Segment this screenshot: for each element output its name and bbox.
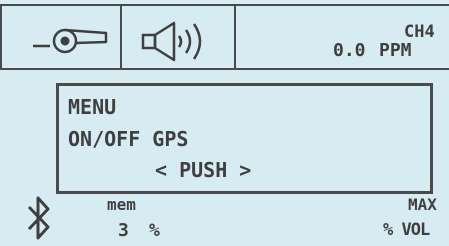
gas-value: 0.0 xyxy=(333,40,366,61)
max-label: MAX xyxy=(408,195,437,214)
gas-name: CH4 xyxy=(404,22,435,42)
fan-icon xyxy=(33,28,108,54)
menu-title: MENU xyxy=(68,95,117,119)
gas-detector-display: CH4 0.0 PPM MENU ON/OFF GPS < PUSH > mem… xyxy=(0,0,449,246)
gas-unit: PPM xyxy=(379,40,412,61)
mem-unit: % xyxy=(149,220,160,241)
mem-label: mem xyxy=(107,195,136,214)
bluetooth-icon xyxy=(27,196,50,240)
status-bar-divider-2 xyxy=(234,4,236,70)
max-unit: % VOL xyxy=(383,220,430,240)
mem-value: 3 xyxy=(118,220,129,241)
menu-item-gps[interactable]: ON/OFF GPS xyxy=(68,129,188,149)
status-bar-bottom-border xyxy=(0,68,449,70)
fan-status-cell[interactable] xyxy=(2,6,120,68)
push-prompt[interactable]: < PUSH > xyxy=(155,160,251,180)
speaker-icon xyxy=(141,21,202,62)
sound-status-cell[interactable] xyxy=(122,6,234,68)
